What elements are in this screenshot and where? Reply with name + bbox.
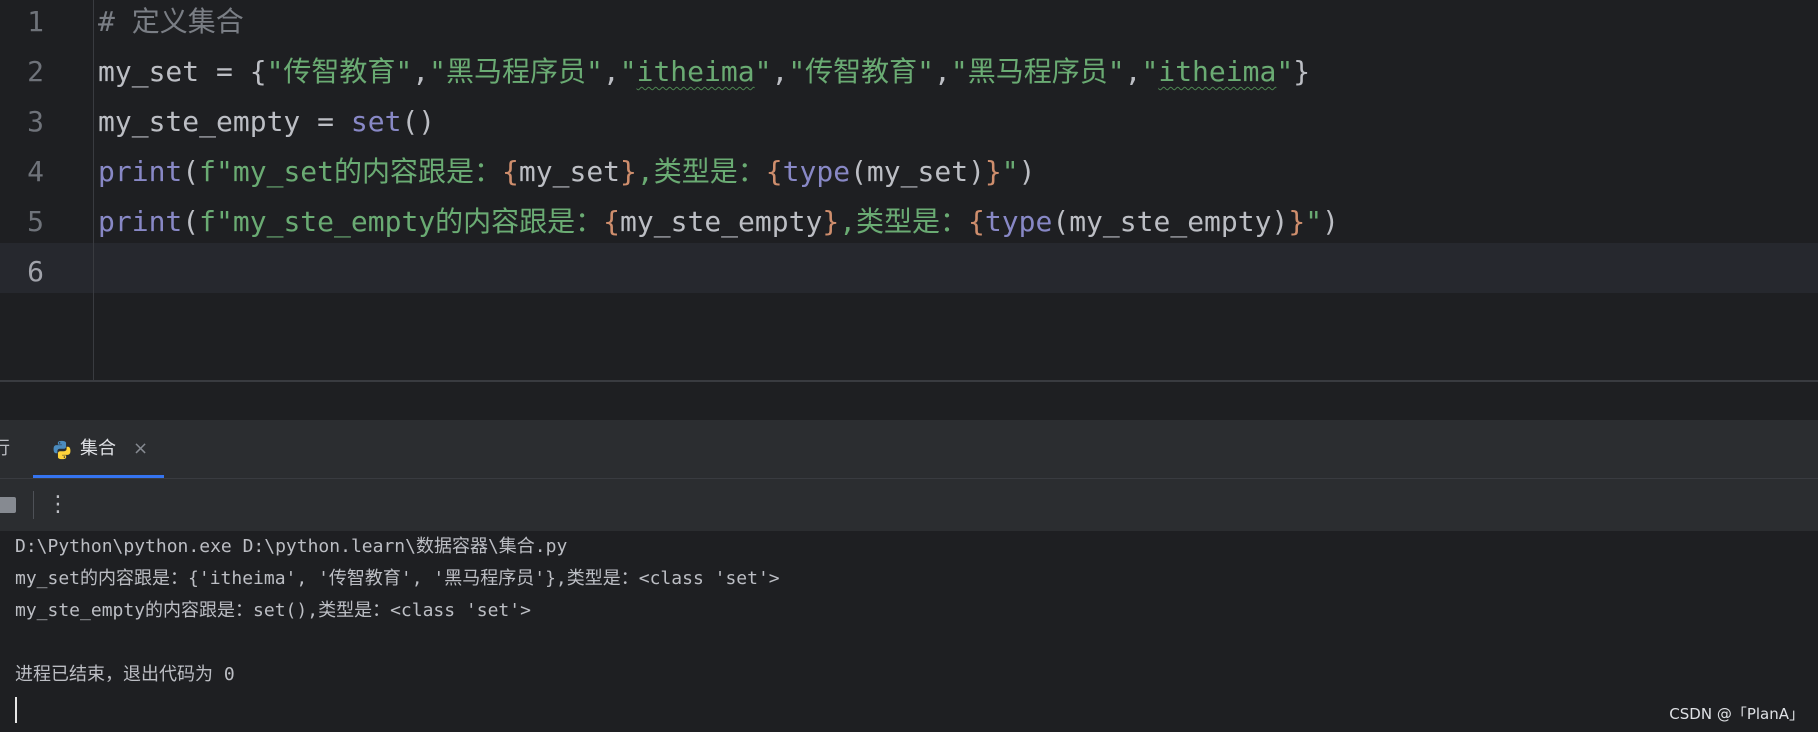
line-number: 2 bbox=[27, 55, 44, 88]
code-token: "传智教育" bbox=[266, 55, 413, 88]
code-line[interactable]: 1 # 定义集合 bbox=[0, 0, 1818, 47]
code-token: , bbox=[602, 55, 620, 88]
line-number: 4 bbox=[27, 155, 44, 188]
active-tab-indicator bbox=[33, 475, 164, 478]
code-token: set bbox=[350, 105, 402, 138]
code-token: "黑马程序员" bbox=[429, 55, 603, 88]
code-token: "传智教育" bbox=[788, 55, 935, 88]
code-token: # 定义集合 bbox=[98, 5, 244, 38]
code-token: } bbox=[1293, 55, 1311, 88]
code-token: " bbox=[1305, 205, 1323, 238]
console-line: my_ste_empty的内容跟是：set(),类型是：<class 'set'… bbox=[15, 600, 531, 621]
line-number: 6 bbox=[27, 255, 44, 288]
code-line[interactable]: 6 bbox=[0, 247, 1818, 297]
code-token: { bbox=[249, 55, 267, 88]
console-line-exit: 进程已结束，退出代码为 0 bbox=[15, 664, 235, 685]
tab-previous[interactable]: 行 bbox=[0, 420, 10, 478]
ide-window: 1 # 定义集合 2 my_set = {"传智教育","黑马程序员","itheim… bbox=[0, 0, 1818, 732]
code-token: } bbox=[620, 155, 637, 188]
run-toolbar: ⋮ bbox=[0, 479, 1818, 531]
code-token: ) bbox=[1018, 155, 1036, 188]
code-line[interactable]: 5 print(f"my_ste_empty的内容跟是：{my_ste_empty… bbox=[0, 197, 1818, 247]
code-token: { bbox=[603, 205, 621, 238]
code-token: my_ste_empty = bbox=[98, 105, 351, 138]
code-token: , bbox=[771, 55, 789, 88]
code-line[interactable]: 4 print(f"my_set的内容跟是：{my_set},类型是：{type(… bbox=[0, 147, 1818, 197]
code-token: } bbox=[822, 205, 840, 238]
python-icon bbox=[53, 440, 71, 460]
code-token: " bbox=[754, 55, 772, 88]
code-text: # 定义集合 bbox=[98, 0, 244, 47]
watermark: CSDN @「PlanA」 bbox=[1669, 705, 1804, 723]
code-token: ,类型是： bbox=[839, 205, 969, 238]
code-token: my_set bbox=[518, 155, 621, 188]
line-number: 5 bbox=[27, 205, 44, 238]
code-token: () bbox=[401, 105, 436, 138]
code-token: ) bbox=[1322, 205, 1339, 238]
code-token: ( bbox=[182, 155, 200, 188]
code-token: f"my_set的内容跟是： bbox=[199, 155, 503, 188]
code-token: , bbox=[1124, 55, 1142, 88]
tab-label: 集合 bbox=[80, 438, 116, 459]
code-token: " bbox=[1141, 55, 1159, 88]
code-token: my_set = bbox=[98, 55, 250, 88]
code-token: my_ste_empty bbox=[620, 205, 823, 238]
run-tab-bar: 行 集合 × bbox=[0, 420, 1818, 479]
stop-icon[interactable] bbox=[0, 497, 16, 513]
code-editor[interactable]: 1 # 定义集合 2 my_set = {"传智教育","黑马程序员","itheim… bbox=[0, 0, 1818, 380]
close-icon[interactable]: × bbox=[133, 420, 148, 478]
tab-run-configuration[interactable]: 集合 × bbox=[33, 420, 163, 478]
code-token: " bbox=[1001, 155, 1019, 188]
code-token: { bbox=[502, 155, 519, 188]
code-text: my_set = {"传智教育","黑马程序员","itheima","传智教育… bbox=[98, 47, 1310, 97]
code-token: { bbox=[765, 155, 783, 188]
code-token: print bbox=[98, 205, 183, 238]
code-token: } bbox=[1288, 205, 1306, 238]
code-line[interactable]: 2 my_set = {"传智教育","黑马程序员","itheima","传智教… bbox=[0, 47, 1818, 97]
code-token: type bbox=[984, 205, 1053, 238]
code-token: , bbox=[934, 55, 951, 88]
console-output[interactable]: D:\Python\python.exe D:\python.learn\数据容… bbox=[0, 531, 1818, 732]
code-token: itheima bbox=[636, 55, 755, 88]
code-token: type bbox=[782, 155, 851, 188]
code-token: { bbox=[968, 205, 985, 238]
more-options-icon[interactable]: ⋮ bbox=[47, 479, 69, 531]
code-token: " bbox=[1276, 55, 1294, 88]
code-text: my_ste_empty = set() bbox=[98, 97, 435, 147]
code-token: , bbox=[412, 55, 430, 88]
code-token: print bbox=[98, 155, 183, 188]
code-token: " bbox=[619, 55, 637, 88]
tool-window-gap bbox=[0, 382, 1818, 420]
code-token: (my_set) bbox=[850, 155, 985, 188]
code-token: itheima bbox=[1158, 55, 1277, 88]
line-number: 3 bbox=[27, 105, 44, 138]
code-token: "黑马程序员" bbox=[950, 55, 1125, 88]
run-tool-window: 行 集合 × ⋮ D:\Python\python.exe D:\python.… bbox=[0, 420, 1818, 732]
code-text: print(f"my_ste_empty的内容跟是：{my_ste_empty}… bbox=[98, 197, 1339, 247]
code-token: f"my_ste_empty的内容跟是： bbox=[199, 205, 604, 238]
code-token: } bbox=[984, 155, 1002, 188]
code-line[interactable]: 3 my_ste_empty = set() bbox=[0, 97, 1818, 147]
code-text: print(f"my_set的内容跟是：{my_set},类型是：{type(m… bbox=[98, 147, 1036, 197]
toolbar-separator bbox=[33, 491, 34, 519]
code-token: ( bbox=[182, 205, 200, 238]
line-number: 1 bbox=[27, 5, 44, 38]
code-token: (my_ste_empty) bbox=[1052, 205, 1289, 238]
console-line: D:\Python\python.exe D:\python.learn\数据容… bbox=[15, 536, 568, 557]
text-caret bbox=[15, 697, 17, 723]
console-line: my_set的内容跟是：{'itheima', '传智教育', '黑马程序员'}… bbox=[15, 568, 780, 589]
code-token: ,类型是： bbox=[636, 155, 766, 188]
